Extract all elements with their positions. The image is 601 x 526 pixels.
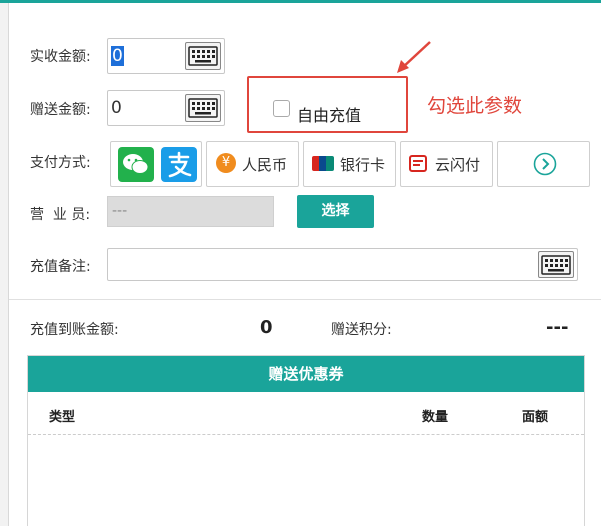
custom-recharge-label[interactable]: 自由充值 xyxy=(297,102,361,126)
gift-amount-value: 0 xyxy=(111,98,122,118)
payment-rmb-label: 人民币 xyxy=(242,156,288,174)
keyboard-icon[interactable] xyxy=(538,251,574,278)
keyboard-icon[interactable] xyxy=(185,42,221,70)
alipay-icon xyxy=(161,147,197,182)
payment-more-button[interactable] xyxy=(497,141,590,187)
payment-quickpass-label: 云闪付 xyxy=(435,156,481,174)
cloud-quickpass-icon xyxy=(409,155,427,172)
wechat-pay-icon xyxy=(118,147,154,182)
payment-quickpass-button[interactable]: 云闪付 xyxy=(400,141,493,187)
gift-coupon-title: 赠送优惠券 xyxy=(28,356,584,392)
unionpay-card-icon xyxy=(312,156,334,171)
keyboard-icon[interactable] xyxy=(185,94,221,122)
clerk-input[interactable]: --- xyxy=(107,196,274,227)
payment-wechat-alipay-button[interactable] xyxy=(110,141,202,187)
credited-amount-label: 充值到账金额: xyxy=(30,322,119,338)
payment-bankcard-button[interactable]: 银行卡 xyxy=(303,141,396,187)
clerk-placeholder: --- xyxy=(112,203,128,219)
gift-amount-input[interactable]: 0 xyxy=(107,90,225,126)
remark-input[interactable] xyxy=(107,248,578,281)
chevron-right-icon xyxy=(533,152,557,176)
gift-coupon-table: 赠送优惠券 类型 数量 面额 xyxy=(27,355,585,526)
recharge-panel: 实收金额: 0 赠送金额: 0 自由充值 勾选此参数 支付方式: ¥ 人民币 银… xyxy=(8,3,601,526)
annotation-arrow-icon xyxy=(397,41,431,73)
column-header-type: 类型 xyxy=(49,410,76,425)
clerk-label: 营 业 员: xyxy=(30,207,91,223)
section-divider xyxy=(9,299,601,300)
select-clerk-button[interactable]: 选择 xyxy=(297,195,374,228)
annotation-text: 勾选此参数 xyxy=(427,95,523,117)
payment-method-label: 支付方式: xyxy=(30,155,91,171)
column-header-quantity: 数量 xyxy=(422,410,449,425)
gift-points-label: 赠送积分: xyxy=(331,322,392,338)
annotation-highlight-box: 自由充值 xyxy=(247,76,408,133)
received-amount-input[interactable]: 0 xyxy=(107,38,225,74)
received-amount-label: 实收金额: xyxy=(30,49,91,65)
rmb-icon: ¥ xyxy=(216,153,236,173)
column-header-denomination: 面额 xyxy=(522,410,549,425)
gift-amount-label: 赠送金额: xyxy=(30,102,91,118)
payment-bankcard-label: 银行卡 xyxy=(340,156,386,174)
credited-amount-value: 0 xyxy=(260,317,273,338)
gift-points-value: --- xyxy=(546,317,569,338)
remark-label: 充值备注: xyxy=(30,259,91,275)
received-amount-value: 0 xyxy=(111,46,124,66)
custom-recharge-checkbox[interactable] xyxy=(273,100,290,117)
payment-rmb-button[interactable]: ¥ 人民币 xyxy=(206,141,299,187)
table-header-divider xyxy=(28,434,584,435)
